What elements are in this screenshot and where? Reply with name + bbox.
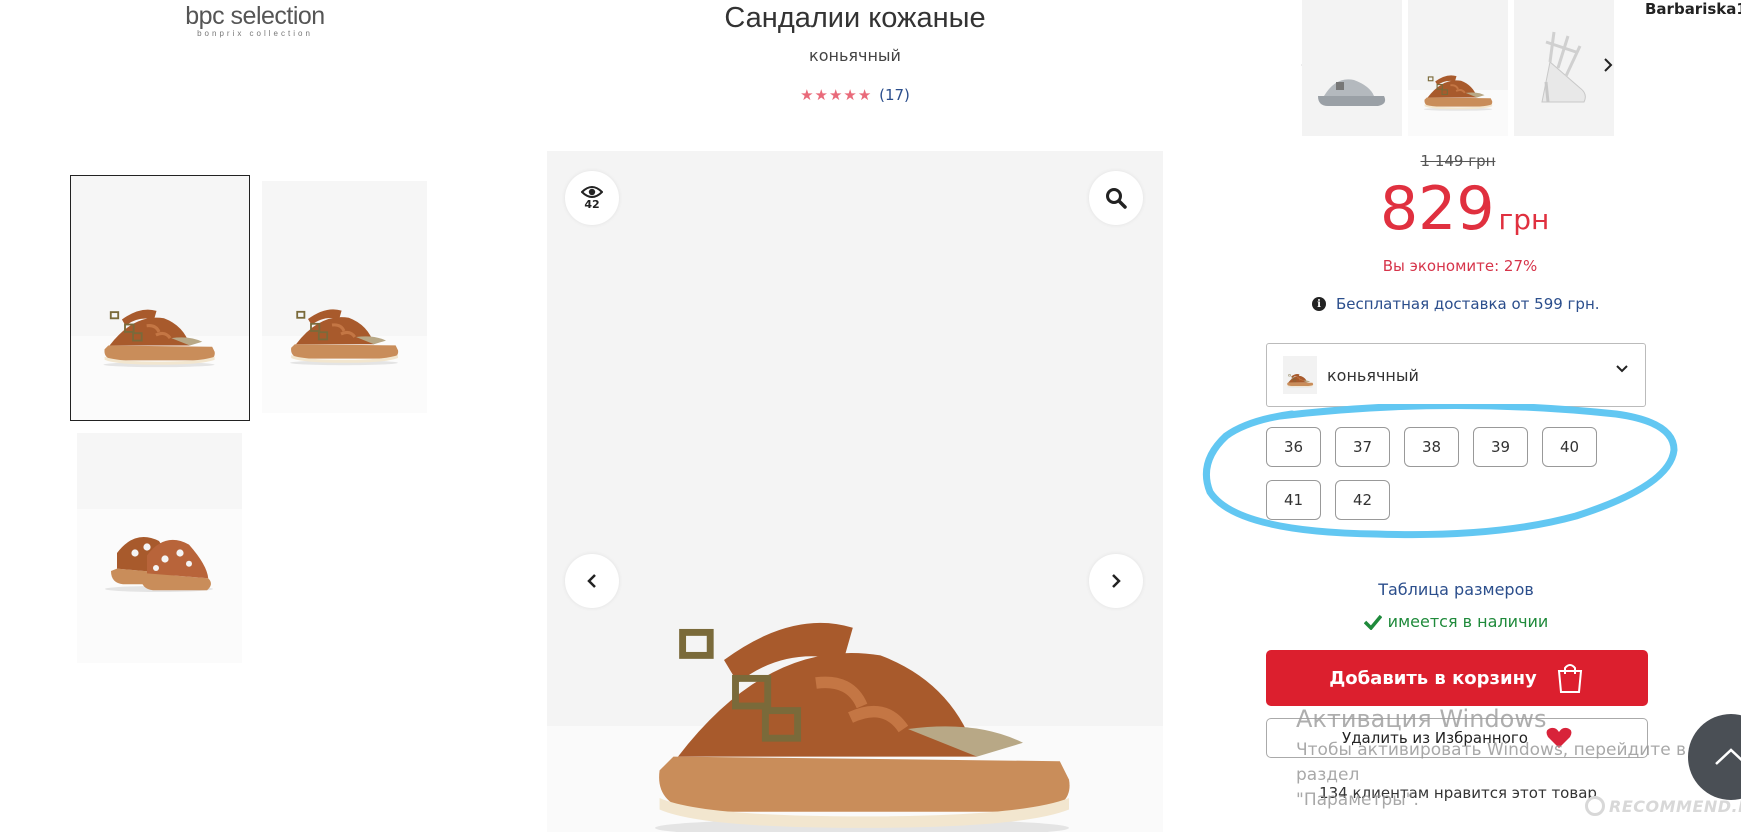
gallery-thumb-2[interactable]: [262, 181, 427, 413]
savings-text: Вы экономите: 27%: [1382, 257, 1538, 275]
chevron-left-icon: [587, 574, 596, 588]
chevron-right-icon: [1112, 574, 1121, 588]
search-icon: [1106, 188, 1127, 209]
shopping-bag-icon: [1557, 664, 1582, 693]
color-select-value: коньячный: [1327, 365, 1419, 385]
gallery-thumb-3[interactable]: [77, 433, 242, 663]
main-sandal-image: [632, 591, 1092, 832]
current-price: 829 грн: [1380, 174, 1549, 244]
windows-activation-title: Активация Windows: [1296, 705, 1547, 733]
size-table-link[interactable]: Таблица размеров: [1336, 580, 1576, 599]
recommend-watermark: RECOMMEND.RU: [1585, 796, 1741, 816]
carousel-item-2[interactable]: [1408, 0, 1508, 136]
add-to-cart-label: Добавить в корзину: [1329, 667, 1537, 689]
price-currency: грн: [1498, 203, 1550, 236]
image-prev-button[interactable]: [565, 554, 619, 608]
recommend-text: RECOMMEND.RU: [1609, 796, 1741, 816]
carousel-next-button[interactable]: [1602, 54, 1614, 78]
color-select[interactable]: коньячный: [1266, 343, 1646, 407]
product-rating[interactable]: ★★★★★ (17): [600, 86, 1110, 104]
carousel-item-3[interactable]: [1514, 0, 1614, 136]
main-product-image[interactable]: [547, 151, 1163, 832]
price-value: 829: [1380, 174, 1495, 244]
delivery-info: i Бесплатная доставка от 599 грн.: [1312, 295, 1600, 313]
product-title: Сандалии кожаные: [724, 2, 986, 34]
zoom-button[interactable]: [1089, 171, 1143, 225]
stock-status: имеется в наличии: [1336, 612, 1576, 631]
logo-main-text: bpc selection: [185, 2, 325, 30]
delivery-text: Бесплатная доставка от 599 грн.: [1336, 295, 1600, 313]
grey-sandal-image: [1318, 79, 1386, 106]
highlight-annotation: [1202, 404, 1678, 539]
thumb-image-3: [99, 511, 219, 595]
thumb-image-2: [284, 301, 404, 367]
carousel-item-1[interactable]: [1302, 0, 1402, 136]
image-next-button[interactable]: [1089, 554, 1143, 608]
views-counter: 42: [565, 171, 619, 225]
gallery-thumb-1[interactable]: [70, 175, 250, 421]
recommend-logo-icon: [1585, 796, 1605, 816]
user-name[interactable]: Barbariska10: [1645, 0, 1741, 18]
info-icon: i: [1312, 297, 1326, 311]
checkmark-icon: [1363, 614, 1382, 630]
views-count: 42: [584, 198, 600, 211]
product-color-name: коньячный: [809, 46, 901, 65]
logo-sub-text: bonprix collection: [197, 29, 313, 38]
windows-activation-line-1: Чтобы активировать Windows, перейдите в …: [1296, 740, 1687, 785]
eye-icon: [581, 186, 603, 198]
color-swatch: [1283, 356, 1317, 394]
add-to-cart-button[interactable]: Добавить в корзину: [1266, 650, 1648, 706]
chevron-down-icon: [1616, 365, 1628, 373]
reviews-count-link[interactable]: (17): [879, 86, 910, 104]
stock-label: имеется в наличии: [1387, 612, 1549, 631]
old-price: 1 149 грн: [1420, 152, 1496, 170]
white-heel-image: [1541, 31, 1586, 103]
chevron-up-icon: [1715, 748, 1741, 765]
brown-sandal-image: [1420, 70, 1496, 112]
brand-logo[interactable]: bpc selection bonprix collection: [175, 0, 335, 38]
rating-stars: ★★★★★: [800, 86, 873, 104]
thumb-image-1: [97, 301, 221, 369]
chevron-right-icon: [1604, 58, 1613, 72]
color-swatch-image: [1285, 372, 1315, 388]
